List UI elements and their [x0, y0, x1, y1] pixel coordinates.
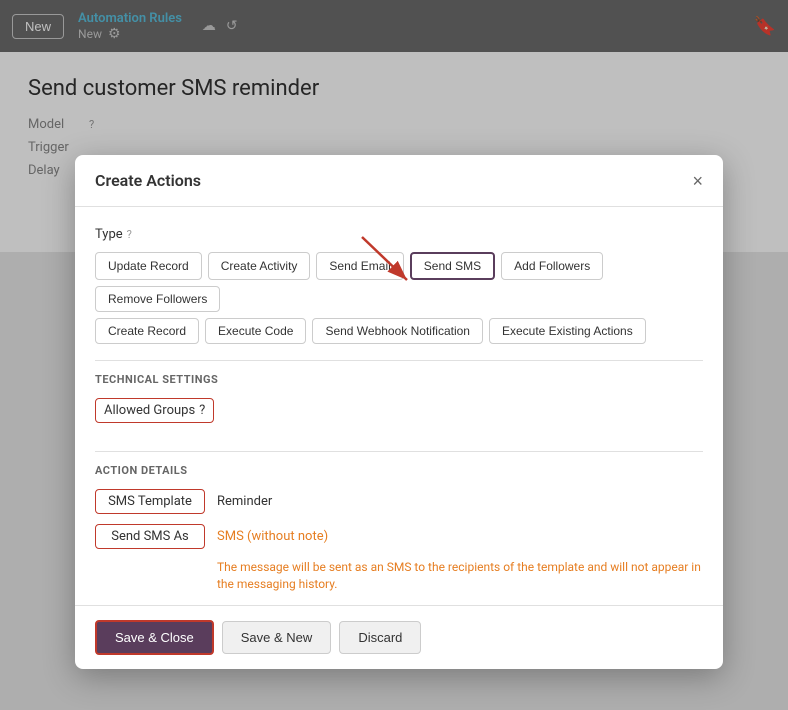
sms-template-row: SMS Template Reminder: [95, 489, 703, 514]
technical-settings-title: TECHNICAL SETTINGS: [95, 373, 703, 386]
discard-button[interactable]: Discard: [339, 621, 421, 654]
send-sms-as-row: Send SMS As SMS (without note): [95, 524, 703, 549]
modal-title: Create Actions: [95, 171, 201, 190]
type-btn-add-followers[interactable]: Add Followers: [501, 252, 603, 280]
type-btn-send-email[interactable]: Send Email: [316, 252, 403, 280]
modal-body: Type ? Update Record Create Activity Sen…: [75, 207, 723, 593]
create-actions-modal: Create Actions × Type ? Update Record Cr…: [75, 155, 723, 669]
save-new-button[interactable]: Save & New: [222, 621, 332, 654]
sms-template-label: SMS Template: [95, 489, 205, 514]
type-label: Type ?: [95, 227, 703, 242]
modal-footer: Save & Close Save & New Discard: [75, 605, 723, 669]
type-btn-send-sms[interactable]: Send SMS: [410, 252, 495, 280]
type-btn-create-activity[interactable]: Create Activity: [208, 252, 311, 280]
type-btn-send-webhook[interactable]: Send Webhook Notification: [312, 318, 483, 344]
save-close-button[interactable]: Save & Close: [95, 620, 214, 655]
action-details-title: ACTION DETAILS: [95, 464, 703, 477]
type-btn-execute-code[interactable]: Execute Code: [205, 318, 306, 344]
type-buttons-row1: Update Record Create Activity Send Email…: [95, 252, 703, 312]
type-btn-execute-actions[interactable]: Execute Existing Actions: [489, 318, 646, 344]
send-sms-as-label: Send SMS As: [95, 524, 205, 549]
modal-close-button[interactable]: ×: [692, 172, 703, 190]
sms-help-text: The message will be sent as an SMS to th…: [95, 559, 703, 593]
allowed-groups-label: Allowed Groups: [104, 403, 195, 418]
section-divider-1: [95, 360, 703, 361]
allowed-groups-field[interactable]: Allowed Groups ?: [95, 398, 214, 423]
type-text: Type: [95, 227, 123, 242]
type-buttons-row2: Create Record Execute Code Send Webhook …: [95, 318, 703, 344]
allowed-groups-help-icon[interactable]: ?: [199, 403, 205, 418]
sms-template-value: Reminder: [217, 494, 272, 509]
type-btn-remove-followers[interactable]: Remove Followers: [95, 286, 220, 312]
section-divider-2: [95, 451, 703, 452]
send-sms-as-value: SMS (without note): [217, 529, 328, 544]
type-btn-update-record[interactable]: Update Record: [95, 252, 202, 280]
type-help-icon[interactable]: ?: [127, 228, 132, 241]
modal-header: Create Actions ×: [75, 155, 723, 207]
type-btn-create-record[interactable]: Create Record: [95, 318, 199, 344]
